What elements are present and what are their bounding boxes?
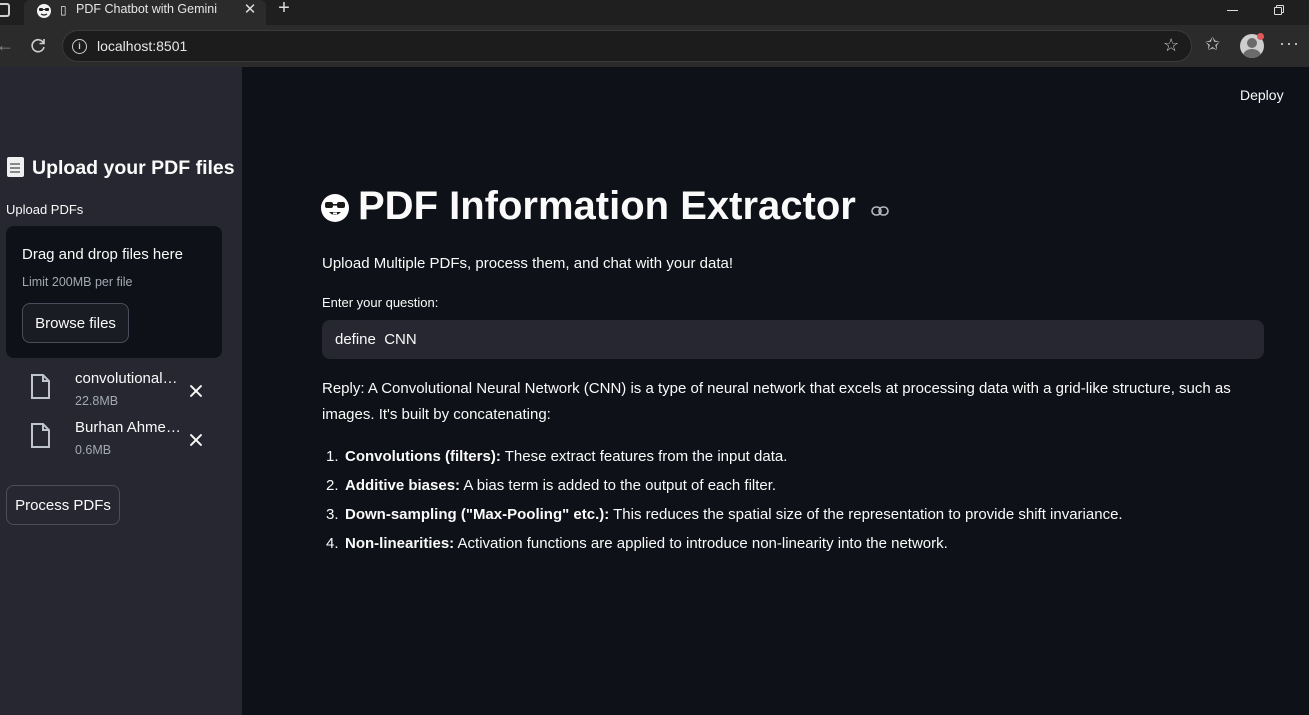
anchor-link-icon[interactable] xyxy=(871,206,889,216)
question-input[interactable] xyxy=(322,320,1264,359)
list-item: 3. Down-sampling ("Max-Pooling" etc.): T… xyxy=(322,501,1252,530)
file-icon xyxy=(31,423,50,448)
list-item-description: This reduces the spatial size of the rep… xyxy=(609,506,1123,523)
question-label: Enter your question: xyxy=(322,295,439,310)
new-tab-icon[interactable]: + xyxy=(274,0,294,20)
back-arrow-icon[interactable]: ← xyxy=(0,36,14,54)
list-item-description: These extract features from the input da… xyxy=(500,448,788,465)
browser-nav-bar: ← i localhost:8501 ☆ ✩ ··· xyxy=(0,25,1309,67)
close-tab-icon[interactable]: ✕ xyxy=(240,1,260,21)
list-item: 2. Additive biases: A bias term is added… xyxy=(322,472,1252,501)
favorites-icon[interactable]: ✩ xyxy=(1205,34,1220,55)
reply-steps-list: 1. Convolutions (filters): These extract… xyxy=(322,443,1252,559)
page-title: PDF Information Extractor xyxy=(358,184,856,228)
file-size: 22.8MB xyxy=(75,394,119,408)
minimize-window-icon[interactable] xyxy=(1224,2,1242,18)
list-item-description: A bias term is added to the output of ea… xyxy=(460,477,777,494)
list-item-term: Convolutions (filters): xyxy=(345,448,501,465)
list-item-term: Additive biases: xyxy=(345,477,461,494)
browser-tab-active[interactable]: ▯ PDF Chatbot with Gemini ✕ xyxy=(24,0,266,25)
deploy-button[interactable]: Deploy xyxy=(1240,87,1284,103)
site-info-icon[interactable]: i xyxy=(72,39,87,54)
list-item-number: 4. xyxy=(326,535,339,552)
list-item-number: 1. xyxy=(326,448,339,465)
more-options-icon[interactable]: ··· xyxy=(1279,33,1300,54)
dropzone-title: Drag and drop files here xyxy=(22,246,183,263)
profile-status-dot xyxy=(1257,33,1264,40)
address-bar[interactable]: i localhost:8501 ☆ xyxy=(62,30,1192,62)
reply-text: Reply: A Convolutional Neural Network (C… xyxy=(322,380,1231,423)
list-item-number: 2. xyxy=(326,477,339,494)
uploaded-file-item: convolutional… 22.8MB xyxy=(30,370,220,410)
page-subtitle: Upload Multiple PDFs, process them, and … xyxy=(322,255,734,272)
restore-window-icon[interactable] xyxy=(1270,2,1288,18)
list-item-term: Non-linearities: xyxy=(345,535,455,552)
browse-files-button[interactable]: Browse files xyxy=(22,303,129,343)
list-item-description: Activation functions are applied to intr… xyxy=(454,535,948,552)
address-url[interactable]: localhost:8501 xyxy=(97,38,187,54)
document-icon: ▯ xyxy=(60,3,67,17)
sidebar: Upload your PDF files Upload PDFs Drag a… xyxy=(0,67,242,715)
reload-icon[interactable] xyxy=(28,36,48,56)
process-pdfs-button[interactable]: Process PDFs xyxy=(6,485,120,525)
remove-file-icon[interactable] xyxy=(188,383,204,399)
upload-label: Upload PDFs xyxy=(6,202,84,217)
remove-file-icon[interactable] xyxy=(188,432,204,448)
streamlit-favicon-icon xyxy=(37,4,51,18)
file-icon xyxy=(31,374,50,399)
dropzone-limit: Limit 200MB per file xyxy=(22,275,133,289)
file-size: 0.6MB xyxy=(75,443,112,457)
main-content: Deploy PDF Information Extractor Upload … xyxy=(242,67,1309,715)
file-dropzone[interactable]: Drag and drop files here Limit 200MB per… xyxy=(6,226,222,358)
browser-tab-bar: ▯ PDF Chatbot with Gemini ✕ + xyxy=(0,0,1309,25)
file-name: convolutional… xyxy=(75,370,178,387)
list-item: 1. Convolutions (filters): These extract… xyxy=(322,443,1252,472)
tab-title: PDF Chatbot with Gemini xyxy=(76,2,218,16)
favorite-star-icon[interactable]: ☆ xyxy=(1163,35,1179,56)
list-item-number: 3. xyxy=(326,506,339,523)
sidebar-header-text: Upload your PDF files xyxy=(32,157,235,179)
list-item-term: Down-sampling ("Max-Pooling" etc.): xyxy=(345,506,610,523)
previous-tab-edge[interactable] xyxy=(0,3,10,17)
sidebar-header: Upload your PDF files xyxy=(7,157,235,180)
uploaded-file-item: Burhan Ahme… 0.6MB xyxy=(30,419,220,459)
list-item: 4. Non-linearities: Activation functions… xyxy=(322,530,1252,559)
nerd-face-icon xyxy=(321,194,349,222)
file-name: Burhan Ahme… xyxy=(75,419,181,436)
page-facing-up-icon xyxy=(7,157,24,177)
